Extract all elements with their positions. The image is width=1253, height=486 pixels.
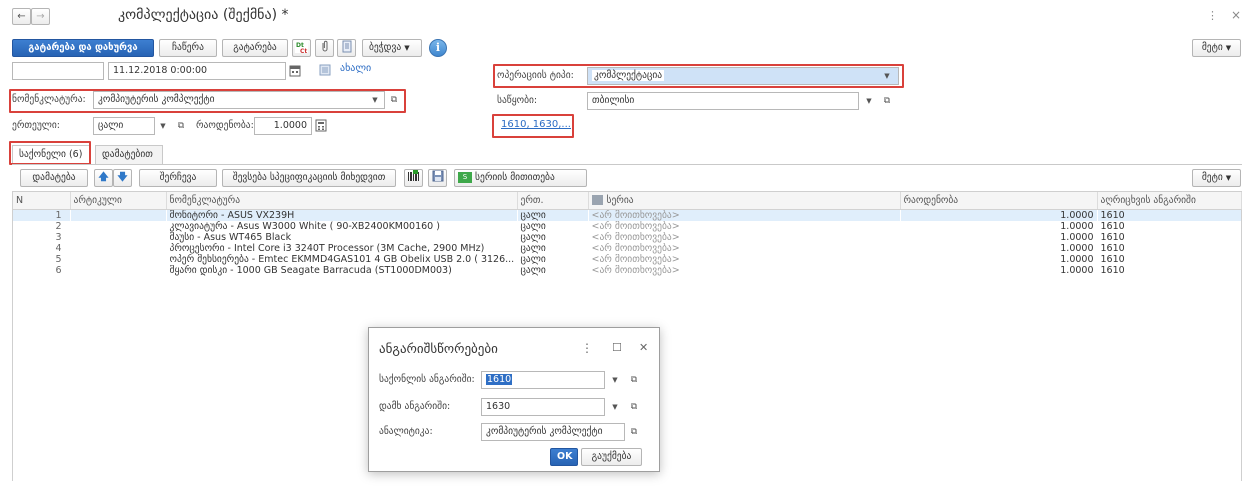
vat-account-input[interactable]: 1630 [481,398,605,416]
open-form-icon[interactable]: ⧉ [174,118,188,134]
list-icon[interactable] [319,64,331,76]
report-icon[interactable] [337,39,356,57]
dt-kt-icon[interactable]: Dt Ct [292,39,311,57]
window-close-button[interactable]: × [1231,8,1241,22]
quantity-input[interactable]: 1.0000 [254,117,312,135]
table-row[interactable]: 5 ოპერ მეხსიერება - Emtec EKMMD4GAS101 4… [13,254,1241,265]
chevron-down-icon: ▼ [1225,44,1232,52]
save-table-icon[interactable] [428,169,447,187]
chevron-down-icon: ▼ [1225,174,1232,182]
info-icon[interactable]: i [429,39,447,57]
highlight-goods-tab [9,141,91,165]
quantity-label: რაოდენობა: [196,120,254,131]
highlight-accounts-link [492,114,574,138]
unit-label: ერთეული: [12,120,61,131]
kebab-vertical-icon[interactable]: ⋮ [1207,9,1218,22]
unit-select[interactable]: ცალი [93,117,155,135]
chevron-down-icon: ▼ [404,44,410,52]
table-row[interactable]: 6 მყარი დისკი - 1000 GB Seagate Barracud… [13,265,1241,276]
open-form-icon[interactable]: ⧉ [627,399,641,415]
select-button[interactable]: შერჩევა [139,169,217,187]
dialog-close-icon[interactable]: ✕ [639,341,648,354]
fill-series-button[interactable]: S სერიის მითითება [454,169,587,187]
tab-additional[interactable]: დამატებით [95,145,163,164]
calculator-icon[interactable] [315,119,327,132]
chevron-down-icon[interactable]: ▼ [862,93,876,109]
arrow-down-icon[interactable]: 🡇 [113,169,132,187]
warehouse-label: საწყობი: [497,95,538,106]
open-form-icon[interactable]: ⧉ [627,424,641,440]
svg-text:Ct: Ct [300,48,307,54]
warehouse-select[interactable]: თბილისი [587,92,859,110]
ok-button[interactable]: OK [550,448,578,466]
dialog-more-icon[interactable]: ⋮ [581,341,593,355]
vat-account-label: დამხ ანგარიში: [379,401,451,412]
table-header-row: N არტიკული ნომენკლატურა ერთ. სერია რაოდე… [13,192,1242,210]
settlements-dialog: ანგარიშსწორებები ⋮ ☐ ✕ საქონლის ანგარიში… [368,327,660,472]
dialog-maximize-icon[interactable]: ☐ [612,341,622,354]
col-header-unit[interactable]: ერთ. [517,192,589,210]
document-date-input[interactable]: 11.12.2018 0:00:00 [108,62,286,80]
open-form-icon[interactable]: ⧉ [880,93,894,109]
table-more-button[interactable]: მეტი ▼ [1192,169,1241,187]
col-header-n[interactable]: N [13,192,71,210]
paperclip-icon[interactable] [315,39,334,57]
chevron-down-icon[interactable]: ▼ [608,372,622,388]
chevron-down-icon[interactable]: ▼ [608,399,622,415]
col-header-quantity[interactable]: რაოდენობა [900,192,1098,210]
col-header-series[interactable]: სერია [588,192,901,210]
cancel-button[interactable]: გაუქმება [581,448,642,466]
more-button[interactable]: მეტი ▼ [1192,39,1241,57]
chevron-down-icon[interactable]: ▼ [156,118,170,134]
analytics-label: ანალიტიკა: [379,426,433,437]
post-button[interactable]: გატარება [222,39,288,57]
col-header-nomenclature[interactable]: ნომენკლატურა [166,192,518,210]
forward-button[interactable]: → [31,8,50,25]
goods-account-label: საქონლის ანგარიში: [379,374,475,385]
new-link[interactable]: ახალი [340,63,371,74]
analytics-input[interactable]: კომპიუტერის კომპლექტი [481,423,625,441]
post-and-close-button[interactable]: გატარება და დახურვა [12,39,154,57]
table-row[interactable]: 4 პროცესორი - Intel Core i3 3240T Proces… [13,243,1241,254]
window-title: კომპლექტაცია (შექმნა) * [118,7,289,23]
col-header-article[interactable]: არტიკული [70,192,167,210]
print-dropdown-button[interactable]: ბეჭდვა ▼ [362,39,422,57]
table-row[interactable]: 1 მონიტორი - ASUS VX239H ცალი <არ მოითხო… [13,209,1241,221]
highlight-nomenclature [9,89,406,113]
goods-table: N არტიკული ნომენკლატურა ერთ. სერია რაოდე… [13,192,1242,276]
add-row-button[interactable]: დამატება [20,169,88,187]
col-header-account[interactable]: აღრიცხვის ანგარიში [1097,192,1242,210]
highlight-operation-type [493,64,904,88]
document-number-input[interactable] [12,62,104,80]
tab-divider [12,164,1242,165]
goods-account-input[interactable]: 1610 [481,371,605,389]
save-button[interactable]: ჩაწერა [159,39,217,57]
dialog-title: ანგარიშსწორებები [379,342,498,357]
series-column-icon [591,195,603,206]
table-row[interactable]: 2 კლავიატურა - Asus W3000 White ( 90-XB2… [13,221,1241,232]
table-row[interactable]: 3 მაუსი - Asus WT465 Black ცალი <არ მოით… [13,232,1241,243]
barcode-icon[interactable] [404,169,423,187]
arrow-up-icon[interactable]: 🡅 [94,169,113,187]
open-form-icon[interactable]: ⧉ [627,372,641,388]
calendar-icon[interactable] [289,64,301,77]
series-icon: S [458,172,472,183]
back-button[interactable]: ← [12,8,31,25]
fill-by-spec-button[interactable]: შევსება სპეციფიკაციის მიხედვით [222,169,396,187]
